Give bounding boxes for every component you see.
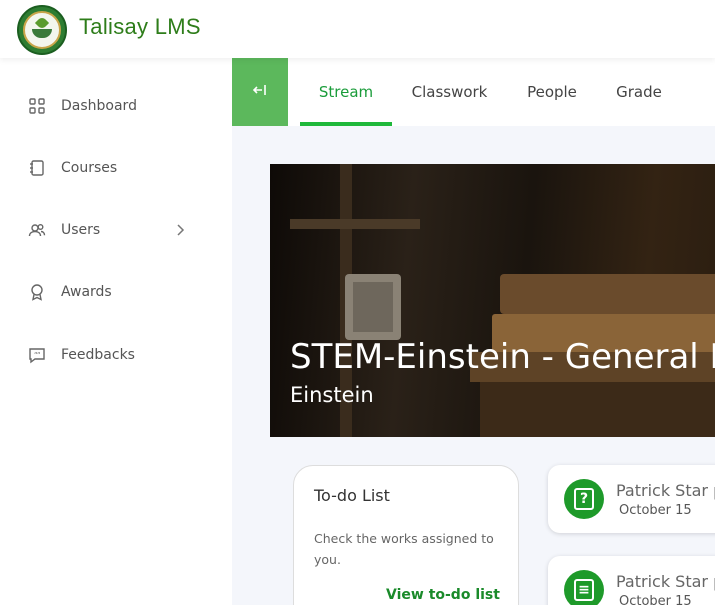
collapse-left-icon — [252, 82, 268, 102]
sidebar-item-dashboard[interactable]: Dashboard — [0, 86, 232, 126]
svg-text:“: “ — [37, 351, 41, 359]
question-icon: ? — [564, 479, 604, 519]
sidebar-item-awards[interactable]: Awards — [0, 272, 232, 312]
tab-grade[interactable]: Grade — [607, 58, 671, 126]
tab-label: People — [527, 83, 577, 101]
tab-people[interactable]: People — [517, 58, 587, 126]
grid-icon — [28, 97, 46, 115]
todo-card: To-do List Check the works assigned to y… — [293, 465, 519, 605]
tab-label: Classwork — [411, 83, 488, 101]
sidebar-item-label: Feedbacks — [61, 347, 135, 363]
todo-heading: To-do List — [314, 486, 390, 505]
tab-label: Stream — [318, 83, 374, 101]
post-author: Patrick Star p — [616, 572, 715, 591]
sidebar-item-users[interactable]: Users — [0, 210, 232, 250]
tab-stream[interactable]: Stream — [300, 58, 392, 126]
sidebar-item-label: Users — [61, 222, 101, 238]
todo-description: Check the works assigned to you. — [314, 531, 494, 567]
course-banner: STEM-Einstein - General B Einstein — [270, 164, 715, 437]
tab-classwork[interactable]: Classwork — [402, 58, 497, 126]
post-author: Patrick Star p — [616, 481, 715, 500]
view-todo-link[interactable]: View to-do list — [386, 587, 500, 603]
course-title: STEM-Einstein - General B — [290, 337, 715, 377]
top-header: Talisay LMS — [0, 0, 715, 58]
school-seal-logo[interactable] — [17, 5, 67, 55]
active-tab-indicator — [300, 122, 392, 126]
sidebar-item-label: Dashboard — [61, 98, 137, 114]
stream-post[interactable]: ≡ Patrick Star p October 15 — [548, 556, 715, 605]
post-date: October 15 — [619, 594, 692, 605]
chat-quote-icon: “ “ — [28, 346, 46, 364]
course-section: Einstein — [290, 383, 374, 407]
sidebar-item-feedbacks[interactable]: “ “ Feedbacks — [0, 335, 232, 375]
sidebar-item-label: Awards — [61, 284, 112, 300]
sidebar-item-courses[interactable]: Courses — [0, 148, 232, 188]
award-icon — [28, 283, 46, 301]
notebook-icon: ≡ — [564, 570, 604, 605]
collapse-sidebar-button[interactable] — [232, 58, 288, 126]
post-date: October 15 — [619, 503, 692, 518]
tab-label: Grade — [616, 83, 662, 101]
sidebar: Dashboard Courses Users Awards “ “ Feedb… — [0, 58, 232, 605]
chevron-right-icon[interactable] — [172, 222, 188, 238]
book-icon — [28, 159, 46, 177]
sidebar-item-label: Courses — [61, 160, 118, 176]
stream-post[interactable]: ? Patrick Star p October 15 — [548, 465, 715, 533]
app-title[interactable]: Talisay LMS — [79, 14, 201, 40]
course-tab-bar: Stream Classwork People Grade — [232, 58, 715, 126]
users-icon — [28, 221, 46, 239]
